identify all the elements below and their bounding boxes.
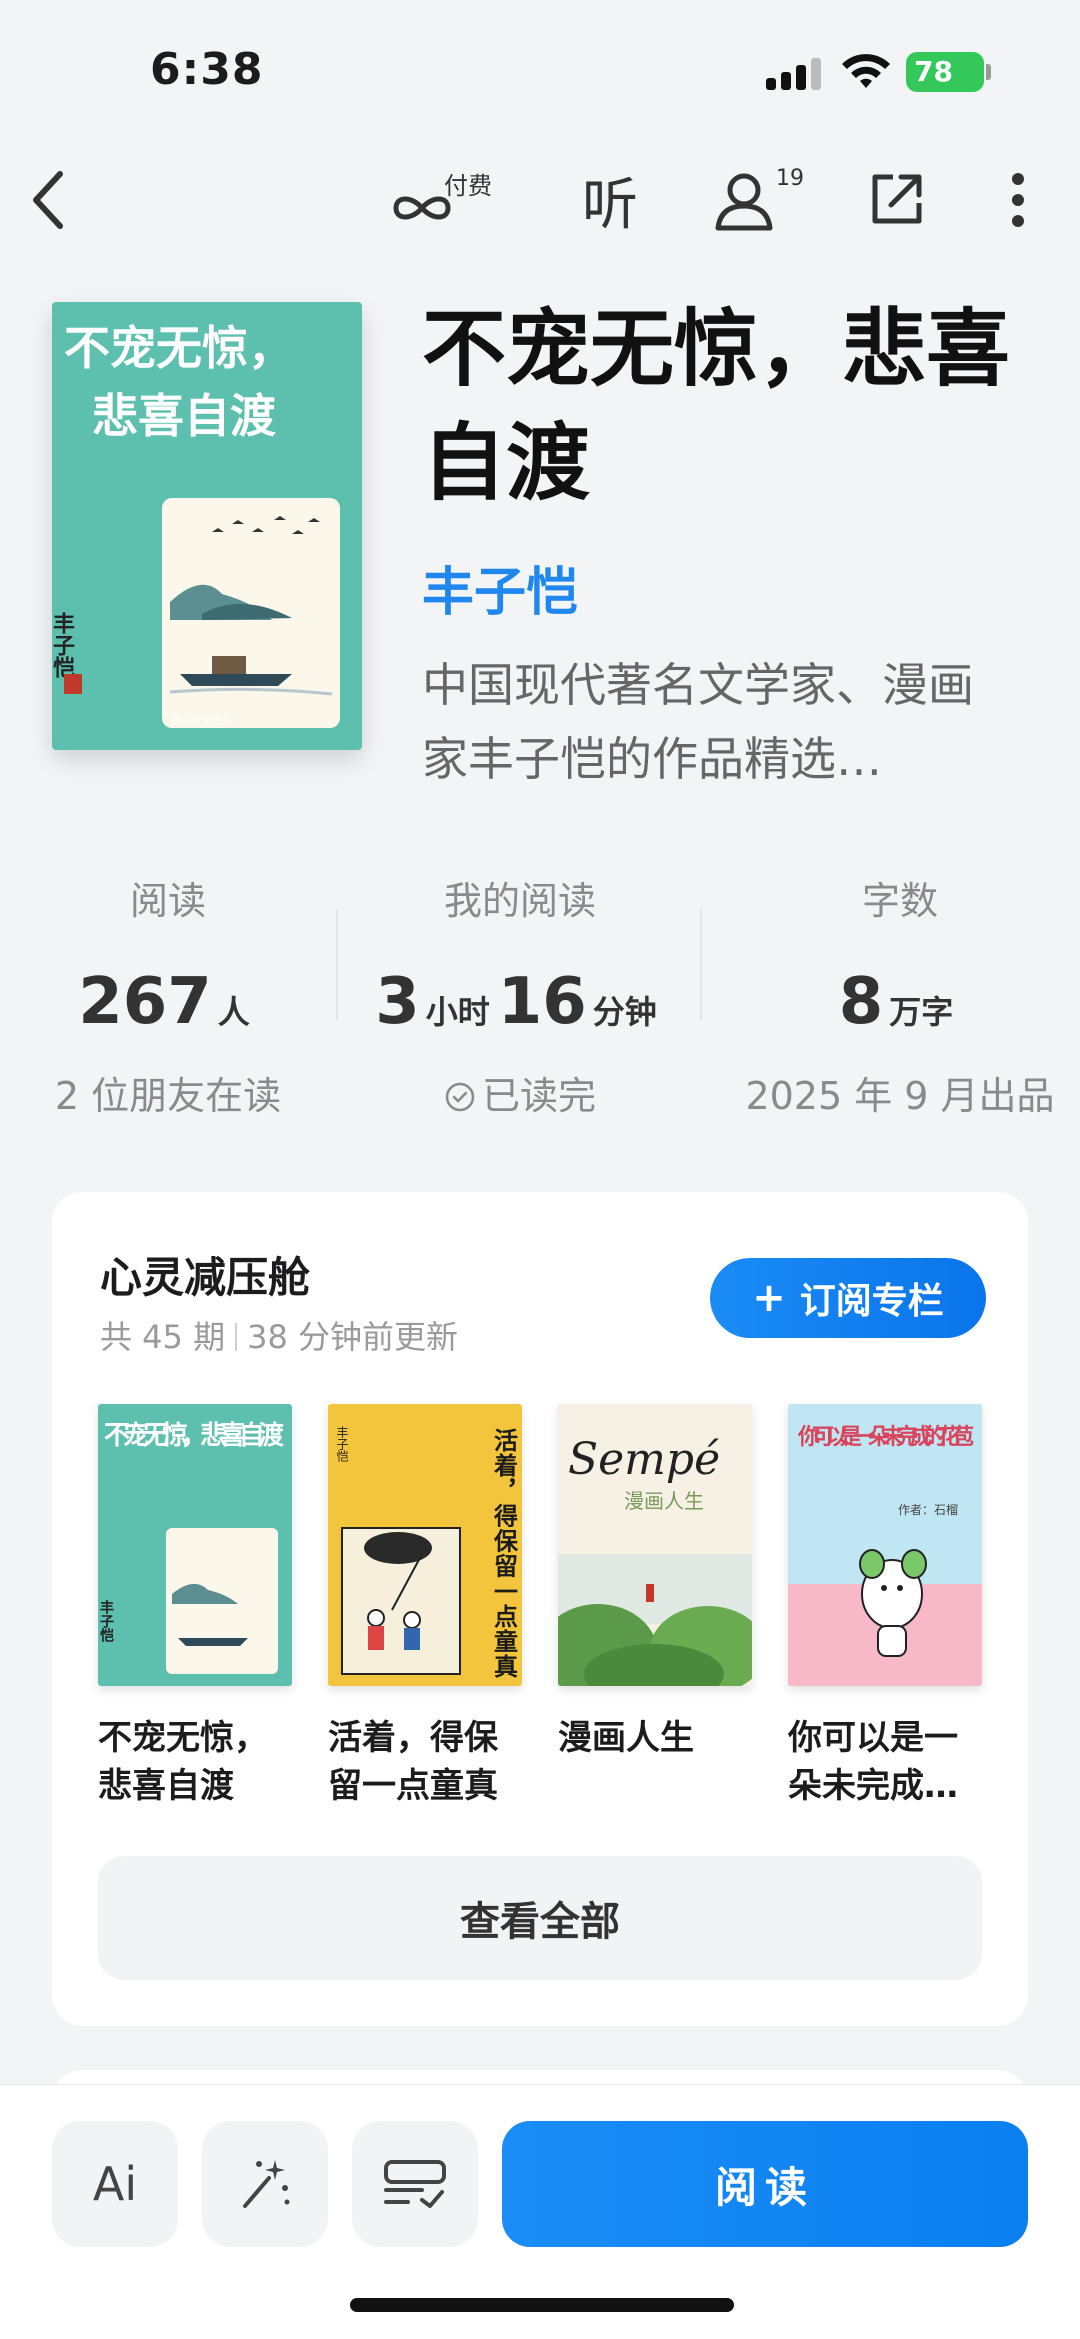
stat-label: 我的阅读 [443,879,596,923]
cover-title-line1: 不宠无惊， [64,321,294,375]
cover-title: 活着，得保留一点童真 [490,1428,519,1678]
magic-wand-button[interactable] [202,2121,328,2247]
paid-membership-button[interactable]: 付费 [388,164,508,236]
book-cover-art: 不宠无惊， 悲喜自渡 丰子恺 微信读书出品 [52,302,362,750]
back-button[interactable] [12,164,84,236]
minutes-unit: 分钟 [592,993,657,1031]
stat-value: 267 人 [28,965,308,1039]
column-card: 心灵减压舱 共 45 期 38 分钟前更新 + 订阅专栏 不宠无惊，悲喜自渡 丰子… [52,1192,1028,2026]
word-count-unit: 万字 [889,993,954,1031]
hours-unit: 小时 [425,993,490,1031]
cover-title-line2: 悲喜自渡 [92,389,276,443]
battery-tip [986,64,991,80]
word-count-number: 8 [838,965,884,1039]
share-icon [872,174,922,224]
column-meta: 共 45 期 38 分钟前更新 [100,1312,458,1358]
finished-status: 已读完 [360,1065,680,1120]
wifi-icon [842,54,890,88]
reading-stats: 阅读 267 人 2 位朋友在读 我的阅读 3 小时 16 分钟 已读完 字数 8 万字 … [0,870,1080,1130]
book-detail-page: 6:38 78 付费 听 19 不宠无惊， 悲喜自渡 丰子恺 微信读书出品 不宠… [0,0,1080,2339]
publish-date: 2025 年 9 月出品 [745,1074,1055,1118]
battery-level: 78 [914,55,953,88]
cellular-signal-icon [766,56,822,90]
book-summary[interactable]: 中国现代著名文学家、漫画家丰子恺的作品精选… [422,648,1012,796]
cover-title: 不宠无惊，悲喜自渡 [104,1420,285,1451]
column-book-name: 活着，得保留一点童真 [328,1718,498,1806]
status-bar: 6:38 78 [0,0,1080,140]
chevron-left-icon [33,171,63,229]
cover-title: 你可以是一朵未完成的花苞 [797,1424,974,1450]
status-time: 6:38 [150,44,264,95]
cover-art-teal: 不宠无惊，悲喜自渡 丰子恺 [98,1404,292,1686]
cover-author: 丰子恺 [335,1426,349,1463]
pay-label: 付费 [444,172,492,200]
cover-art-pink: 你可以是一朵未完成的花苞 作者：石榴 [788,1404,982,1686]
stat-word-count[interactable]: 字数 8 万字 2025 年 9 月出品 [730,870,1070,1130]
cover-art-sempe: Sempé 漫画人生 [558,1404,752,1686]
plus-icon: + [752,1275,786,1321]
review-card-icon [384,2160,446,2208]
column-book-list: 不宠无惊，悲喜自渡 丰子恺 不宠无惊，悲喜自渡 活着，得保留一点童真 丰子恺 活… [98,1404,988,1824]
friends-reading: 2 位朋友在读 [54,1074,282,1118]
column-book-name: 你可以是一朵未完成… [788,1718,958,1806]
share-button[interactable] [860,164,932,236]
column-book-item[interactable]: 不宠无惊，悲喜自渡 丰子恺 不宠无惊，悲喜自渡 [98,1404,292,1810]
top-nav: 付费 听 19 [0,150,1080,250]
listen-label: 听 [582,172,638,238]
readers-button[interactable]: 19 [712,164,812,236]
subscribe-label: 订阅专栏 [799,1281,944,1322]
ai-assistant-button[interactable]: Ai [52,2121,178,2247]
author-link[interactable]: 丰子恺 [422,550,578,625]
cover-script: Sempé [568,1434,720,1485]
stat-label: 阅读 [129,879,206,923]
magic-wand-icon [243,2160,290,2208]
column-updated: 38 分钟前更新 [247,1318,458,1356]
more-vertical-icon [1012,173,1024,227]
cover-title: 漫画人生 [624,1489,704,1513]
stat-value: 3 小时 16 分钟 [360,965,680,1039]
cover-author: 丰子恺 [98,1599,114,1643]
column-book-item[interactable]: 活着，得保留一点童真 丰子恺 活着，得保留一点童真 [328,1404,522,1810]
cover-art-yellow: 活着，得保留一点童真 丰子恺 [328,1404,522,1686]
stat-divider [336,910,338,1020]
ai-icon: Ai [92,2157,138,2211]
readers-count: 19 [776,166,804,191]
column-book-cover: Sempé 漫画人生 [558,1404,752,1686]
column-book-name: 漫画人生 [558,1718,694,1758]
hours-number: 3 [375,965,420,1039]
column-title[interactable]: 心灵减压舱 [100,1244,310,1305]
minutes-number: 16 [497,965,587,1039]
readers-unit: 人 [217,993,250,1031]
battery-icon: 78 [906,52,984,92]
home-indicator [350,2298,734,2312]
subscribe-column-button[interactable]: + 订阅专栏 [710,1258,986,1338]
finished-label: 已读完 [481,1074,596,1118]
column-book-cover: 你可以是一朵未完成的花苞 作者：石榴 [788,1404,982,1686]
stat-my-reading[interactable]: 我的阅读 3 小时 16 分钟 已读完 [360,870,680,1130]
book-title: 不宠无惊，悲喜自渡 [422,299,1011,512]
column-book-name: 不宠无惊，悲喜自渡 [98,1718,268,1806]
meta-separator [235,1323,238,1351]
check-circle-icon [445,1082,475,1112]
column-book-cover: 不宠无惊，悲喜自渡 丰子恺 [98,1404,292,1686]
stat-readers[interactable]: 阅读 267 人 2 位朋友在读 [28,870,308,1130]
notes-button[interactable] [352,2121,478,2247]
column-book-item[interactable]: 你可以是一朵未完成的花苞 作者：石榴 你可以是一朵未完成… [788,1404,982,1810]
cover-author: 作者：石榴 [898,1503,958,1517]
person-icon [715,173,773,231]
view-all-button[interactable]: 查看全部 [98,1856,982,1980]
more-options-button[interactable] [992,164,1044,236]
book-cover[interactable]: 不宠无惊， 悲喜自渡 丰子恺 微信读书出品 [52,302,362,750]
read-button[interactable]: 阅读 [502,2121,1028,2247]
cover-author: 丰子恺 [52,612,75,678]
listen-button[interactable]: 听 [570,164,650,238]
stat-value: 8 万字 [730,965,1070,1039]
column-book-item[interactable]: Sempé 漫画人生 漫画人生 [558,1404,752,1762]
column-issues: 共 45 期 [100,1318,226,1356]
column-book-cover: 活着，得保留一点童真 丰子恺 [328,1404,522,1686]
stat-divider [700,910,702,1020]
readers-number: 267 [78,965,212,1039]
stat-label: 字数 [861,879,938,923]
cover-publisher: 微信读书出品 [172,714,232,727]
